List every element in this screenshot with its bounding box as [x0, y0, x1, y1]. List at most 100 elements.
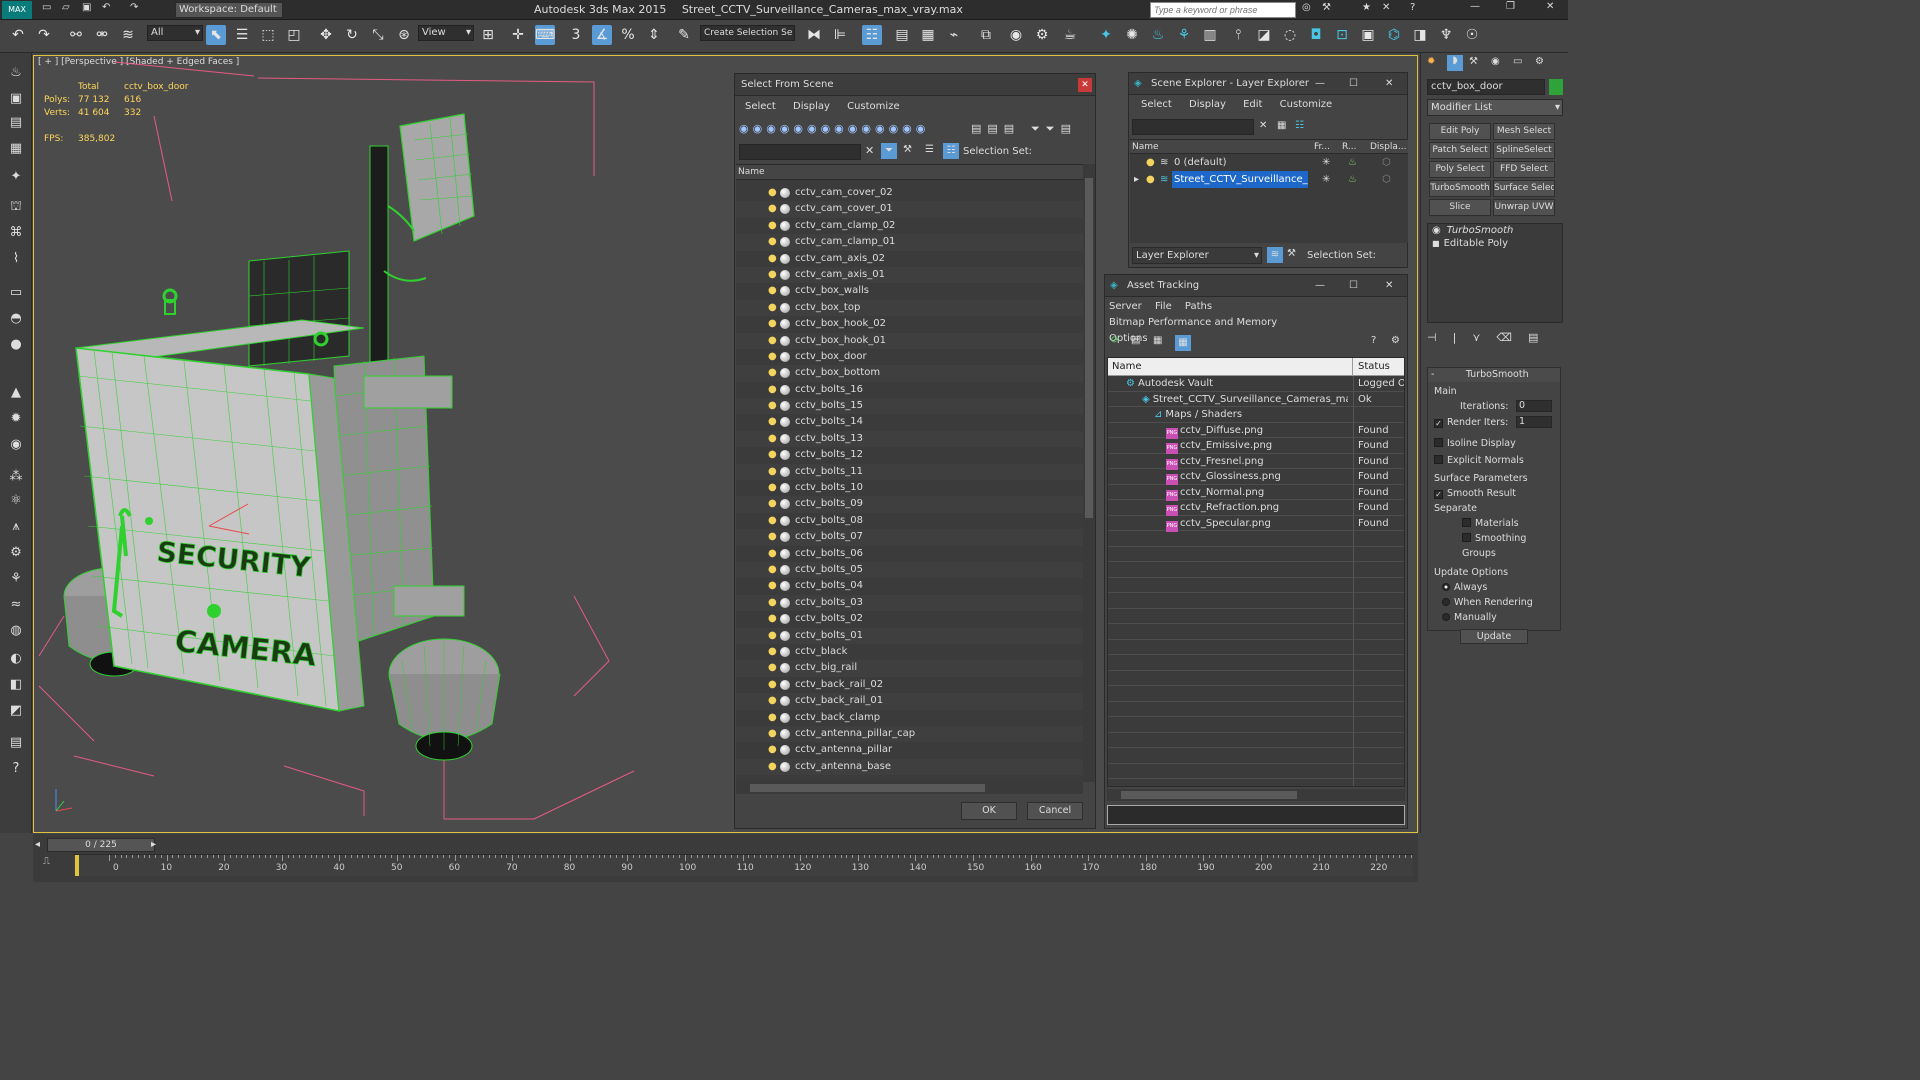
vray-icon[interactable]: ♨ [1148, 25, 1168, 45]
layer-list[interactable]: Name Fr... R... Displa... ● ≋ 0 (default… [1130, 139, 1408, 243]
list-icon[interactable]: ▤ [1131, 335, 1140, 346]
layer-mode-icon[interactable]: ≋ [1267, 247, 1283, 263]
list-view-icons[interactable]: ▤▤▤ [971, 122, 1020, 135]
remove-modifier-icon[interactable]: ⌫ [1496, 331, 1528, 344]
menu-bitmap-performance[interactable]: Bitmap Performance and Memory [1109, 315, 1277, 331]
asset-hscrollbar[interactable] [1107, 789, 1405, 801]
explicit-normals-checkbox[interactable] [1434, 455, 1443, 464]
bulb-icon[interactable]: ● [768, 365, 777, 381]
help-icon[interactable]: ? [1410, 2, 1415, 13]
table-row[interactable] [1108, 531, 1404, 547]
gear-icon[interactable]: ⚙ [6, 543, 26, 563]
bulb-icon[interactable]: ● [768, 218, 777, 234]
select-object-icon[interactable]: ⬉ [206, 25, 226, 45]
material-editor-icon[interactable]: ◉ [1006, 25, 1026, 45]
modifier-button[interactable]: Edit Poly [1429, 123, 1491, 140]
table-row[interactable] [1108, 748, 1404, 764]
list-item[interactable]: ● cctv_box_hook_02 [736, 316, 1083, 333]
modifier-list-dropdown[interactable]: Modifier List ▾ [1427, 99, 1563, 116]
explorer-search-field[interactable] [1132, 119, 1254, 135]
list-item[interactable]: ● cctv_box_bottom [736, 365, 1083, 382]
list-item[interactable]: ● cctv_cam_cover_01 [736, 201, 1083, 218]
box-icon[interactable]: ▣ [6, 89, 26, 109]
stack-item-editable-poly[interactable]: ■ Editable Poly [1428, 237, 1562, 250]
list-item[interactable]: ● cctv_back_clamp [736, 709, 1083, 726]
menu-file[interactable]: File [1155, 299, 1172, 315]
move-icon[interactable]: ✥ [316, 25, 336, 45]
bulb-icon[interactable]: ● [768, 660, 777, 676]
table-row[interactable] [1108, 717, 1404, 733]
save-icon[interactable]: ▣ [82, 2, 91, 13]
bulb-icon[interactable]: ● [768, 611, 777, 627]
layer-add-icon[interactable]: ☷ [1295, 120, 1304, 131]
table-row[interactable] [1108, 547, 1404, 562]
cancel-button[interactable]: Cancel [1027, 802, 1083, 820]
menu-server[interactable]: Server [1109, 299, 1142, 315]
spring-icon[interactable]: ⌇ [6, 249, 26, 269]
percent-snap-icon[interactable]: % [618, 25, 638, 45]
panel-icon[interactable]: ▭ [6, 283, 26, 303]
list-item[interactable]: ● cctv_antenna_pillar [736, 742, 1083, 759]
redo-icon[interactable]: ↷ [130, 2, 138, 13]
sun-icon[interactable]: ✺ [1122, 25, 1142, 45]
list-item[interactable]: ● cctv_back_rail_02 [736, 676, 1083, 694]
when-rendering-radio[interactable] [1442, 598, 1450, 606]
named-selection-dropdown[interactable]: Create Selection Se [700, 25, 795, 41]
list-item[interactable]: ● cctv_bolts_07 [736, 529, 1083, 546]
bulb-icon[interactable]: ● [768, 529, 777, 545]
redo-icon[interactable]: ↷ [34, 25, 54, 45]
menu-display[interactable]: Display [793, 96, 830, 118]
list-item[interactable]: ● cctv_bolts_14 [736, 414, 1083, 431]
bulb-icon[interactable]: ● [768, 742, 777, 758]
list-item[interactable]: ● cctv_big_rail [736, 660, 1083, 677]
column-display[interactable]: Displa... [1370, 140, 1406, 154]
keyboard-shortcut-icon[interactable]: ⌨ [535, 25, 555, 45]
bulb-icon[interactable]: ● [768, 496, 777, 512]
table-row[interactable] [1108, 779, 1404, 786]
modifier-stack[interactable]: ◉ TurboSmooth ■ Editable Poly [1427, 223, 1563, 323]
close-icon[interactable]: ✕ [1385, 73, 1393, 95]
time-next-icon[interactable]: ▸ [151, 839, 156, 850]
bulb-icon[interactable]: ● [768, 316, 777, 332]
modifier-button[interactable]: Surface Select [1493, 180, 1555, 197]
bulb-icon[interactable]: ● [768, 431, 777, 447]
column-render[interactable]: R... [1342, 140, 1357, 154]
cone-icon[interactable]: ▲ [6, 383, 26, 403]
list-item[interactable]: ● cctv_bolts_01 [736, 627, 1083, 644]
app-logo[interactable]: MAX [2, 1, 32, 19]
motion-tab-icon[interactable]: ◉ [1491, 56, 1500, 67]
mirror-icon[interactable]: ⧓ [804, 25, 824, 45]
table-row[interactable] [1108, 655, 1404, 671]
tripod-icon[interactable]: ⩚ [6, 517, 26, 537]
table-row[interactable] [1108, 593, 1404, 609]
bulb-icon[interactable]: ● [768, 267, 777, 283]
display-icon[interactable]: ⬡ [1382, 171, 1391, 188]
toggle-icon[interactable]: ◩ [6, 701, 26, 721]
teapot-icon[interactable]: ♨ [6, 63, 26, 83]
schematic-view-icon[interactable]: ⧉ [976, 25, 996, 45]
bulb-icon[interactable]: ● [1146, 154, 1155, 171]
list-item[interactable]: ● cctv_bolts_04 [736, 578, 1083, 595]
scale-icon[interactable]: ⤡ [368, 25, 388, 45]
list-item[interactable]: ● cctv_bolts_11 [736, 463, 1083, 481]
spinner-snap-icon[interactable]: ⇕ [644, 25, 664, 45]
asset-table[interactable]: Name Status ⚙Autodesk Vault Logged Ou ◈Str… [1107, 357, 1405, 787]
map-row[interactable]: PNG cctv_Fresnel.png Found [1108, 454, 1404, 470]
always-radio[interactable] [1442, 583, 1450, 591]
vray-buffer-icon[interactable]: ◘ [1306, 25, 1326, 45]
menu-select[interactable]: Select [1141, 95, 1172, 115]
create-tab-icon[interactable]: ✹ [1427, 56, 1435, 67]
vray-teapot-icon[interactable]: ♆ [1436, 25, 1456, 45]
bulb-icon[interactable]: ● [768, 382, 777, 398]
asset-path-field[interactable] [1107, 805, 1405, 825]
dome-icon[interactable]: ◓ [6, 309, 26, 329]
star-icon[interactable]: ★ [1362, 2, 1371, 13]
show-end-result-icon[interactable]: | [1453, 331, 1473, 344]
render-teapot-icon[interactable]: ♨ [1348, 154, 1357, 171]
list-item[interactable]: ● cctv_bolts_02 [736, 611, 1083, 628]
time-slider[interactable]: 0 / 225 [47, 838, 155, 852]
bulb-icon[interactable]: ● [768, 185, 777, 201]
render-iters-spinner[interactable]: 1 [1516, 416, 1552, 428]
angle-snap-icon[interactable]: ∡ [592, 25, 612, 45]
table-view-icon[interactable]: ▦ [1175, 335, 1191, 351]
